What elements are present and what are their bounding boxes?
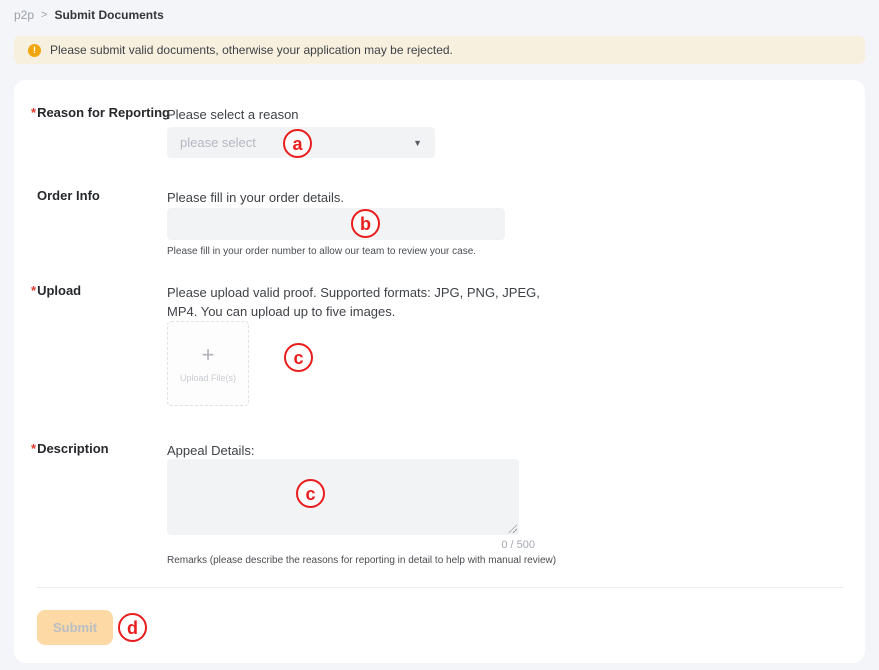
description-helper-text: Remarks (please describe the reasons for… [167,555,556,566]
annotation-mark-b: b [351,209,380,238]
upload-hint-text: Please upload valid proof. Supported for… [167,283,555,321]
character-counter: 0 / 500 [167,539,535,551]
order-hint-text: Please fill in your order details. [167,188,344,207]
order-helper-text: Please fill in your order number to allo… [167,246,476,257]
upload-field-label: *Upload [31,283,81,298]
reason-hint-text: Please select a reason [167,105,299,124]
textarea-resize-handle[interactable] [508,524,517,533]
annotation-mark-d: d [118,613,147,642]
description-field-label: *Description [31,441,109,456]
chevron-down-icon: ▼ [413,138,422,148]
order-field-label: Order Info [37,188,100,203]
warning-banner-text: Please submit valid documents, otherwise… [50,43,453,57]
plus-icon: + [202,345,215,365]
submit-button[interactable]: Submit [37,610,113,645]
order-input[interactable] [167,208,505,240]
required-asterisk: * [31,283,36,298]
upload-box[interactable]: + Upload File(s) [167,321,249,406]
breadcrumb-link-p2p[interactable]: p2p [14,8,34,22]
breadcrumb: p2p > Submit Documents [14,8,164,22]
annotation-mark-a: a [283,129,312,158]
description-hint-text: Appeal Details: [167,441,254,460]
warning-banner: ! Please submit valid documents, otherwi… [14,36,865,64]
breadcrumb-separator-icon: > [41,9,47,21]
submit-documents-form-card: *Reason for Reporting Please select a re… [14,80,865,663]
annotation-mark-c2: c [296,479,325,508]
required-asterisk: * [31,105,36,120]
annotation-mark-c1: c [284,343,313,372]
upload-box-label: Upload File(s) [180,373,236,383]
description-textarea[interactable] [167,459,519,535]
breadcrumb-current-page: Submit Documents [54,8,163,22]
footer-divider [37,587,843,588]
warning-icon: ! [28,44,41,57]
reason-field-label: *Reason for Reporting [31,105,170,120]
required-asterisk: * [31,441,36,456]
